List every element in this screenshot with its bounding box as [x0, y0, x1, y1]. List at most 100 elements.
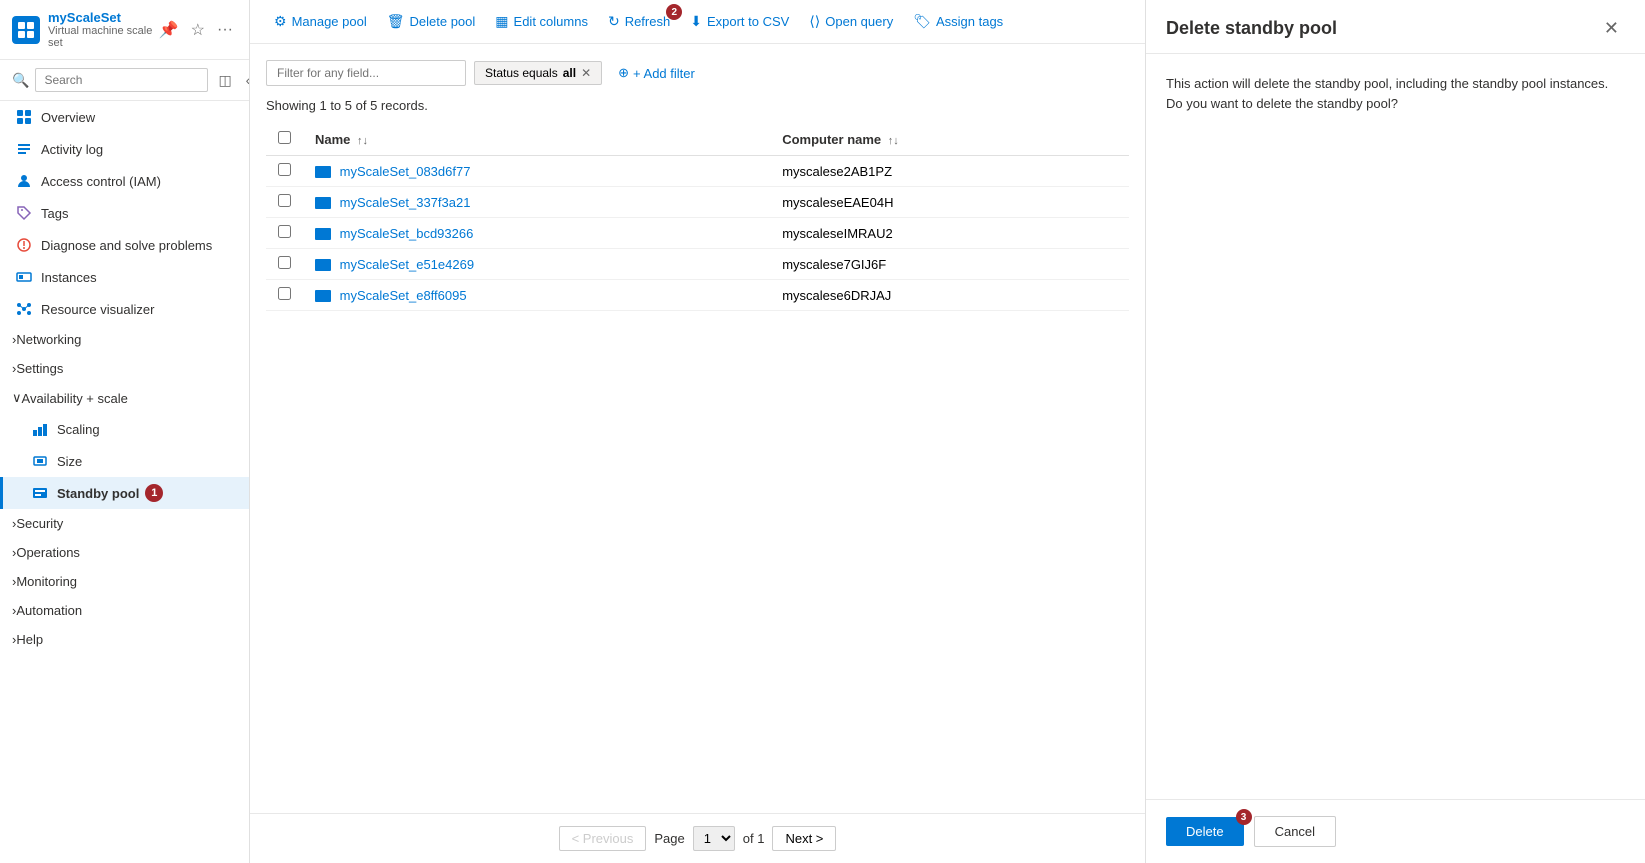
- sidebar-item-automation[interactable]: › Automation: [0, 596, 249, 625]
- manage-pool-button[interactable]: ⚙ Manage pool: [266, 8, 375, 35]
- sidebar-item-label: Tags: [41, 206, 68, 221]
- confirm-delete-button[interactable]: Delete: [1166, 817, 1244, 846]
- sidebar-item-help[interactable]: › Help: [0, 625, 249, 654]
- row-name-link[interactable]: myScaleSet_e8ff6095: [340, 288, 467, 303]
- sidebar: myScaleSet Virtual machine scale set 📌 ☆…: [0, 0, 250, 863]
- row-name-link[interactable]: myScaleSet_337f3a21: [340, 195, 471, 210]
- table-body: myScaleSet_083d6f77 myscalese2AB1PZ mySc…: [266, 156, 1129, 311]
- delete-panel-body: This action will delete the standby pool…: [1146, 54, 1645, 799]
- table-row: myScaleSet_bcd93266 myscaleseIMRAU2: [266, 218, 1129, 249]
- edit-columns-button[interactable]: ▦ Edit columns: [487, 8, 596, 35]
- row-name-cell: myScaleSet_337f3a21: [303, 187, 770, 218]
- cancel-delete-button[interactable]: Cancel: [1254, 816, 1336, 847]
- toolbar: ⚙ Manage pool 🗑 Delete pool ▦ Edit colum…: [250, 0, 1145, 44]
- row-checkbox[interactable]: [278, 256, 291, 269]
- resource-viz-icon: [15, 300, 33, 318]
- sidebar-item-resource-viz[interactable]: Resource visualizer: [0, 293, 249, 325]
- row-name-cell: myScaleSet_e8ff6095: [303, 280, 770, 311]
- page-select[interactable]: 1: [693, 826, 735, 851]
- filter-bar: Status equals all ✕ ⊕ + Add filter: [266, 60, 1129, 86]
- row-computer-name-cell: myscalese2AB1PZ: [770, 156, 1129, 187]
- edit-columns-icon: ▦: [495, 13, 508, 30]
- sidebar-item-monitoring[interactable]: › Monitoring: [0, 567, 249, 596]
- sidebar-item-networking[interactable]: › Networking: [0, 325, 249, 354]
- computer-name-column-header: Computer name ↑↓: [770, 123, 1129, 156]
- table-row: myScaleSet_e8ff6095 myscalese6DRJAJ: [266, 280, 1129, 311]
- row-name-link[interactable]: myScaleSet_083d6f77: [340, 164, 471, 179]
- sidebar-item-standby-pool[interactable]: Standby pool 1: [0, 477, 249, 509]
- sidebar-item-settings[interactable]: › Settings: [0, 354, 249, 383]
- computer-name-sort-icon[interactable]: ↑↓: [888, 135, 899, 147]
- sidebar-item-size[interactable]: Size: [0, 445, 249, 477]
- sidebar-item-label: Help: [16, 632, 43, 647]
- prev-page-button[interactable]: < Previous: [559, 826, 647, 851]
- sidebar-item-label: Scaling: [57, 422, 100, 437]
- filter-remove-icon[interactable]: ✕: [581, 66, 591, 80]
- sidebar-item-instances[interactable]: Instances: [0, 261, 249, 293]
- row-checkbox-cell: [266, 249, 303, 280]
- sidebar-item-security[interactable]: › Security: [0, 509, 249, 538]
- row-name-cell: myScaleSet_bcd93266: [303, 218, 770, 249]
- row-checkbox-cell: [266, 187, 303, 218]
- table-row: myScaleSet_337f3a21 myscaleseEAE04H: [266, 187, 1129, 218]
- sidebar-item-overview[interactable]: Overview: [0, 101, 249, 133]
- collapse-icon[interactable]: «: [242, 70, 250, 90]
- refresh-icon: ↻: [608, 13, 620, 30]
- sidebar-item-tags[interactable]: Tags: [0, 197, 249, 229]
- record-count: Showing 1 to 5 of 5 records.: [266, 98, 1129, 113]
- delete-panel-description: This action will delete the standby pool…: [1166, 74, 1625, 113]
- export-csv-icon: ⬇: [690, 13, 702, 30]
- content-area: Status equals all ✕ ⊕ + Add filter Showi…: [250, 44, 1145, 813]
- export-csv-button[interactable]: ⬇ Export to CSV: [682, 8, 797, 35]
- delete-panel-header: Delete standby pool ✕: [1146, 0, 1645, 54]
- select-all-checkbox[interactable]: [278, 131, 291, 144]
- standby-pool-badge: 1: [145, 484, 163, 502]
- row-checkbox[interactable]: [278, 194, 291, 207]
- row-checkbox[interactable]: [278, 163, 291, 176]
- assign-tags-button[interactable]: 🏷 Assign tags: [905, 8, 1011, 35]
- sidebar-item-activity-log[interactable]: Activity log: [0, 133, 249, 165]
- sidebar-item-label: Instances: [41, 270, 97, 285]
- filter-icon[interactable]: ◫: [214, 70, 235, 91]
- sidebar-item-diagnose[interactable]: Diagnose and solve problems: [0, 229, 249, 261]
- add-filter-button[interactable]: ⊕ + Add filter: [610, 61, 703, 85]
- of-label: of 1: [743, 831, 765, 846]
- filter-tag-value: all: [563, 66, 576, 80]
- assign-tags-icon: 🏷: [913, 13, 931, 30]
- more-icon[interactable]: ···: [213, 18, 237, 42]
- search-input[interactable]: [35, 68, 208, 92]
- pin-icon[interactable]: 📌: [155, 18, 183, 42]
- open-query-button[interactable]: ⟨⟩ Open query: [801, 8, 901, 35]
- row-name-link[interactable]: myScaleSet_e51e4269: [340, 257, 474, 272]
- resource-name: myScaleSet: [48, 10, 155, 25]
- standby-pool-icon: [31, 484, 49, 502]
- sidebar-item-label: Overview: [41, 110, 95, 125]
- delete-pool-button[interactable]: 🗑 Delete pool: [379, 8, 484, 35]
- row-checkbox-cell: [266, 280, 303, 311]
- row-computer-name-cell: myscalese7GIJ6F: [770, 249, 1129, 280]
- row-name-link[interactable]: myScaleSet_bcd93266: [340, 226, 474, 241]
- sidebar-search-area: 🔍 ◫ «: [0, 60, 249, 101]
- tags-icon: [15, 204, 33, 222]
- row-checkbox[interactable]: [278, 287, 291, 300]
- overview-icon: [15, 108, 33, 126]
- page-label: Page: [654, 831, 684, 846]
- delete-badge: 3: [1236, 809, 1252, 825]
- next-page-button[interactable]: Next >: [772, 826, 836, 851]
- sidebar-item-scaling[interactable]: Scaling: [0, 413, 249, 445]
- filter-input[interactable]: [266, 60, 466, 86]
- star-icon[interactable]: ☆: [187, 18, 209, 42]
- name-sort-icon[interactable]: ↑↓: [357, 135, 368, 147]
- activity-log-icon: [15, 140, 33, 158]
- sidebar-item-availability[interactable]: ∨ Availability + scale: [0, 383, 249, 413]
- resource-type: Virtual machine scale set: [48, 25, 155, 49]
- sidebar-item-label: Diagnose and solve problems: [41, 238, 212, 253]
- row-checkbox-cell: [266, 156, 303, 187]
- sidebar-item-label: Resource visualizer: [41, 302, 154, 317]
- sidebar-item-iam[interactable]: Access control (IAM): [0, 165, 249, 197]
- delete-panel-close-button[interactable]: ✕: [1598, 16, 1625, 41]
- row-checkbox[interactable]: [278, 225, 291, 238]
- sidebar-item-operations[interactable]: › Operations: [0, 538, 249, 567]
- sidebar-item-label: Availability + scale: [22, 391, 128, 406]
- row-computer-name-cell: myscaleseEAE04H: [770, 187, 1129, 218]
